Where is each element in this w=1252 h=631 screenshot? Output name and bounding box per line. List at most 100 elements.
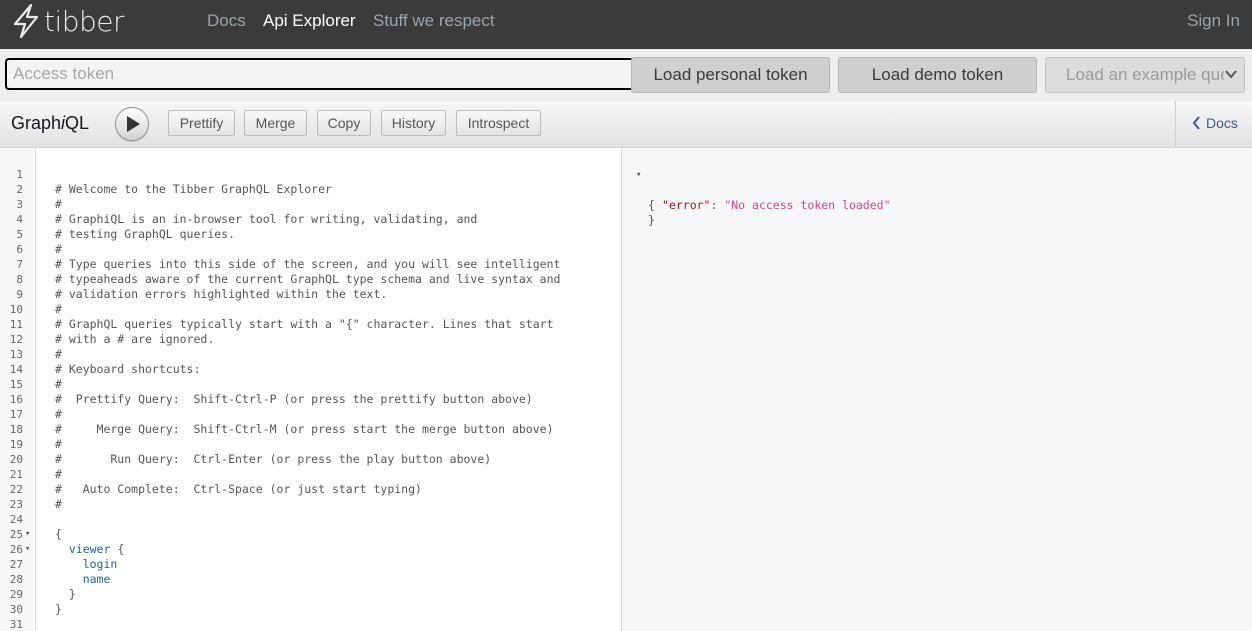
code-line[interactable]: 21 #: [0, 467, 621, 482]
nav-docs-link[interactable]: Docs: [207, 11, 246, 31]
fold-arrow-icon[interactable]: ▾: [25, 527, 30, 542]
code-line[interactable]: 1: [0, 167, 621, 182]
line-number: 7: [16, 258, 23, 271]
code-text: # typeaheads aware of the current GraphQ…: [55, 272, 561, 286]
code-text: # Welcome to the Tibber GraphQL Explorer: [55, 182, 332, 196]
code-line[interactable]: 9 # validation errors highlighted within …: [0, 287, 621, 302]
code-line[interactable]: 12 # with a # are ignored.: [0, 332, 621, 347]
code-text: # with a # are ignored.: [55, 332, 215, 346]
lightning-bolt-icon: [13, 4, 39, 38]
code-line[interactable]: 15 #: [0, 377, 621, 392]
code-line[interactable]: 13 #: [0, 347, 621, 362]
code-line[interactable]: 6 #: [0, 242, 621, 257]
history-button[interactable]: History: [381, 110, 446, 136]
nav-stuff-we-respect-link[interactable]: Stuff we respect: [373, 11, 495, 31]
code-text: {: [55, 527, 62, 541]
result-line: "error": "No access token loaded": [662, 198, 891, 212]
code-text: login: [82, 557, 118, 571]
code-line[interactable]: 3 #: [0, 197, 621, 212]
code-line[interactable]: 17 #: [0, 407, 621, 422]
code-text: # Prettify Query: Shift-Ctrl-P (or press…: [55, 392, 533, 406]
line-number: 26: [9, 543, 23, 556]
code-text: #: [55, 467, 62, 481]
json-string-value: "No access token loaded": [724, 198, 891, 212]
line-number: 16: [9, 393, 23, 406]
code-line[interactable]: 24: [0, 512, 621, 527]
code-line[interactable]: 5 # testing GraphQL queries.: [0, 227, 621, 242]
code-text: #: [55, 302, 62, 316]
nav-api-explorer-link[interactable]: Api Explorer: [263, 11, 356, 31]
code-text: # Run Query: Ctrl-Enter (or press the pl…: [55, 452, 492, 466]
code-text: #: [55, 377, 62, 391]
line-number: 3: [16, 198, 23, 211]
result-pane: ▾ { "error": "No access token loaded" }: [622, 148, 1252, 631]
code-line[interactable]: 11 # GraphQL queries typically start with…: [0, 317, 621, 332]
line-number: 1: [16, 168, 23, 181]
tibber-logo[interactable]: tibber: [12, 4, 125, 38]
code-text: # GraphQL queries typically start with a…: [55, 317, 554, 331]
code-text: # testing GraphQL queries.: [55, 227, 236, 241]
docs-explorer-label: Docs: [1206, 115, 1238, 131]
line-number: 11: [9, 318, 23, 331]
code-line[interactable]: 31: [0, 617, 621, 631]
code-text: # Merge Query: Shift-Ctrl-M (or press st…: [55, 422, 554, 436]
code-text: #: [55, 497, 62, 511]
code-text: # Type queries into this side of the scr…: [55, 257, 561, 271]
code-line[interactable]: 10 #: [0, 302, 621, 317]
sign-in-link[interactable]: Sign In: [1187, 11, 1240, 31]
run-query-button[interactable]: [115, 107, 149, 141]
code-line[interactable]: 16 # Prettify Query: Shift-Ctrl-P (or pre…: [0, 392, 621, 407]
fold-arrow-icon[interactable]: ▾: [636, 168, 641, 183]
code-text: #: [55, 242, 62, 256]
code-line[interactable]: 25 ▾ {: [0, 527, 621, 542]
fold-arrow-icon[interactable]: ▾: [25, 542, 30, 557]
chevron-left-icon: [1192, 116, 1200, 130]
code-line[interactable]: 22 # Auto Complete: Ctrl-Space (or just s…: [0, 482, 621, 497]
line-number: 22: [9, 483, 23, 496]
code-text: # Auto Complete: Ctrl-Space (or just sta…: [55, 482, 422, 496]
docs-explorer-button[interactable]: Docs: [1192, 115, 1238, 131]
code-text: # Keyboard shortcuts:: [55, 362, 201, 376]
code-line[interactable]: 19 #: [0, 437, 621, 452]
result-line: ▾ {: [636, 168, 655, 212]
introspect-button[interactable]: Introspect: [456, 110, 541, 136]
code-line[interactable]: 29 }: [0, 587, 621, 602]
load-demo-token-button[interactable]: Load demo token: [838, 57, 1037, 93]
copy-button[interactable]: Copy: [317, 110, 371, 136]
line-number: 6: [16, 243, 23, 256]
line-number: 30: [9, 603, 23, 616]
code-line[interactable]: 7 # Type queries into this side of the sc…: [0, 257, 621, 272]
code-line[interactable]: 20 # Run Query: Ctrl-Enter (or press the …: [0, 452, 621, 467]
query-editor[interactable]: 1 2 # Welcome to the Tibber GraphQL Explor…: [0, 148, 621, 631]
line-number: 10: [9, 303, 23, 316]
line-number: 9: [16, 288, 23, 301]
code-text: viewer {: [68, 542, 125, 556]
prettify-button[interactable]: Prettify: [168, 110, 235, 136]
example-query-select[interactable]: Load an example query: [1045, 57, 1245, 93]
code-line[interactable]: 18 # Merge Query: Shift-Ctrl-M (or press …: [0, 422, 621, 437]
code-line[interactable]: 27 login: [0, 557, 621, 572]
line-number: 2: [16, 183, 23, 196]
line-number: 24: [9, 513, 23, 526]
brand-name: tibber: [44, 4, 125, 38]
merge-button[interactable]: Merge: [244, 110, 307, 136]
code-text: #: [55, 407, 62, 421]
line-number: 14: [9, 363, 23, 376]
code-line[interactable]: 4 # GraphiQL is an in-browser tool for wr…: [0, 212, 621, 227]
code-text: #: [55, 197, 62, 211]
code-line[interactable]: 26 ▾ viewer {: [0, 542, 621, 557]
code-line[interactable]: 2 # Welcome to the Tibber GraphQL Explore…: [0, 182, 621, 197]
line-number: 28: [9, 573, 23, 586]
line-number: 25: [9, 528, 23, 541]
code-line[interactable]: 30}: [0, 602, 621, 617]
access-token-input[interactable]: [5, 58, 635, 90]
code-line[interactable]: 14 # Keyboard shortcuts:: [0, 362, 621, 377]
load-personal-token-button[interactable]: Load personal token: [631, 57, 830, 93]
code-line[interactable]: 28 name: [0, 572, 621, 587]
code-line[interactable]: 23 #: [0, 497, 621, 512]
code-text: # GraphiQL is an in-browser tool for wri…: [55, 212, 478, 226]
code-text: # validation errors highlighted within t…: [55, 287, 388, 301]
code-line[interactable]: 8 # typeaheads aware of the current Graph…: [0, 272, 621, 287]
query-code[interactable]: 1 2 # Welcome to the Tibber GraphQL Explor…: [0, 167, 621, 631]
docs-explorer-toggle-area: Docs: [1175, 101, 1252, 147]
